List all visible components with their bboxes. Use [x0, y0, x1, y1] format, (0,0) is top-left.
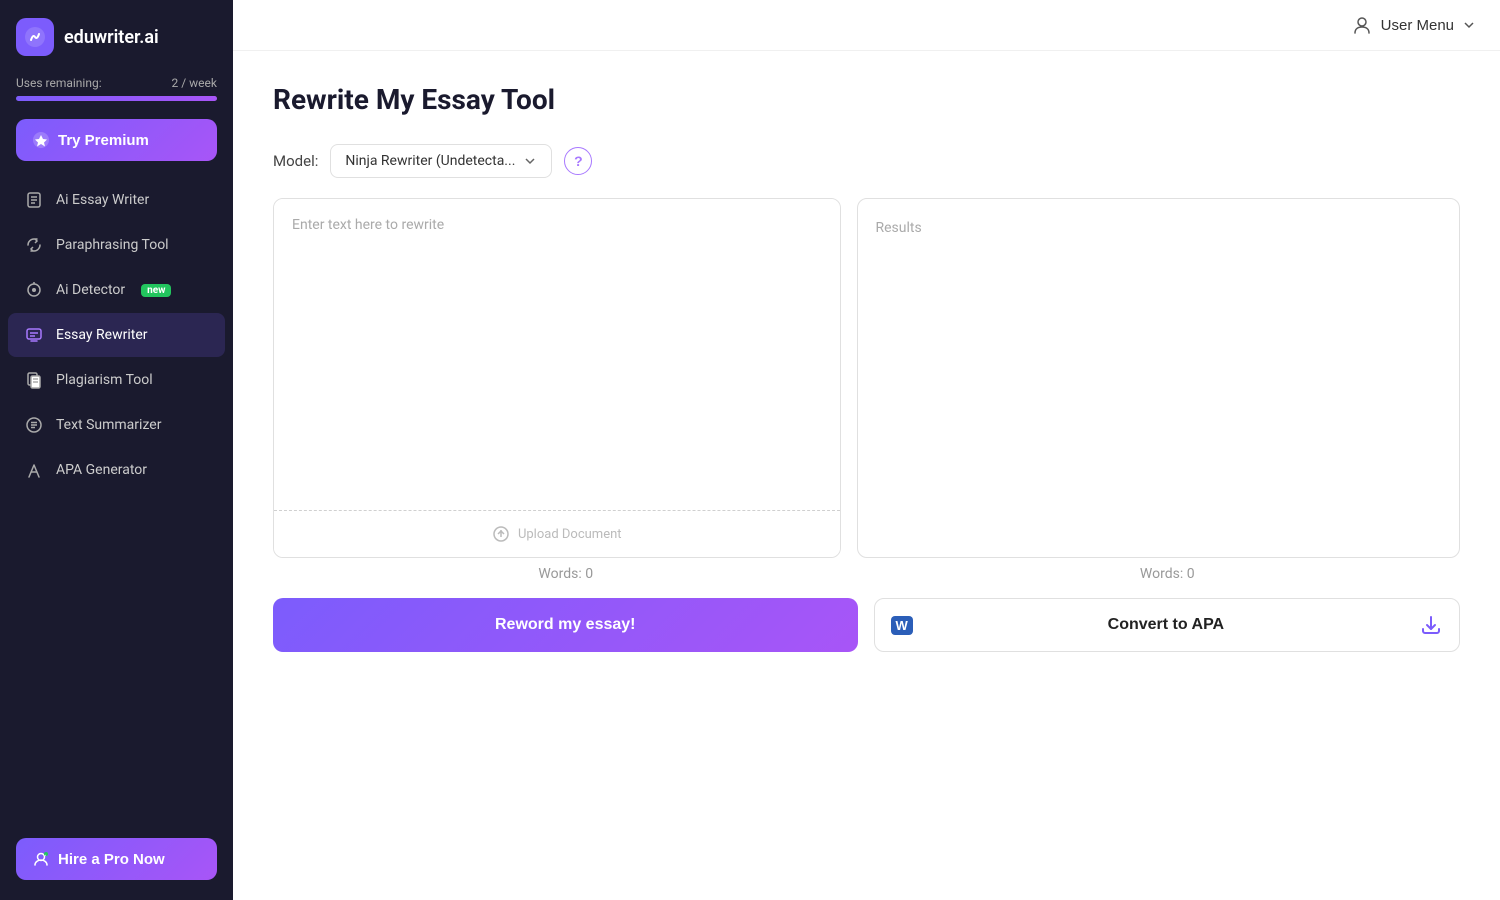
nav-list: Ai Essay Writer Paraphrasing Tool Ai Det… [0, 177, 233, 493]
reword-label: Reword my essay! [495, 616, 636, 633]
usage-label: Uses remaining: 2 / week [16, 76, 217, 90]
sidebar-item-paraphrasing-tool[interactable]: Paraphrasing Tool [8, 223, 225, 267]
help-button[interactable]: ? [564, 147, 592, 175]
usage-value: 2 / week [172, 76, 217, 90]
input-panel: Upload Document [273, 198, 841, 558]
logo-text: eduwriter.ai [64, 27, 159, 48]
sidebar: eduwriter.ai Uses remaining: 2 / week Tr… [0, 0, 233, 900]
output-words-count: Words: 0 [875, 566, 1461, 582]
svg-text:+: + [45, 853, 47, 857]
model-label: Model: [273, 152, 318, 170]
try-premium-label: Try Premium [58, 132, 149, 149]
usage-bar-fill [16, 96, 217, 101]
sidebar-label-ai-essay-writer: Ai Essay Writer [56, 192, 149, 208]
plagiarism-icon [24, 370, 44, 390]
model-row: Model: Ninja Rewriter (Undetecta... ? [273, 144, 1460, 178]
upload-label: Upload Document [518, 527, 622, 542]
words-row: Words: 0 Words: 0 [273, 566, 1460, 582]
sidebar-item-text-summarizer[interactable]: Text Summarizer [8, 403, 225, 447]
logo-icon [16, 18, 54, 56]
convert-apa-label: Convert to APA [1108, 616, 1224, 634]
user-menu-label: User Menu [1381, 17, 1454, 34]
sidebar-item-ai-essay-writer[interactable]: Ai Essay Writer [8, 178, 225, 222]
chevron-down-icon [1462, 18, 1476, 32]
new-badge: new [141, 284, 171, 297]
upload-icon [492, 525, 510, 543]
sidebar-label-apa-generator: APA Generator [56, 462, 147, 478]
results-panel: Results [857, 198, 1461, 558]
help-label: ? [574, 153, 583, 169]
top-bar: User Menu [233, 0, 1500, 51]
sidebar-item-plagiarism-tool[interactable]: Plagiarism Tool [8, 358, 225, 402]
hire-pro-icon: + [32, 850, 50, 868]
sidebar-label-ai-detector: Ai Detector [56, 282, 125, 298]
paraphrase-icon [24, 235, 44, 255]
try-premium-button[interactable]: Try Premium [16, 119, 217, 161]
logo-area: eduwriter.ai [0, 0, 233, 70]
apa-icon [24, 460, 44, 480]
action-row: Reword my essay! W Convert to APA [273, 598, 1460, 652]
editor-area: Upload Document Results [273, 198, 1460, 558]
rewriter-icon [24, 325, 44, 345]
sidebar-label-plagiarism-tool: Plagiarism Tool [56, 372, 153, 388]
essay-icon [24, 190, 44, 210]
sidebar-item-ai-detector[interactable]: Ai Detector new [8, 268, 225, 312]
word-icon: W [891, 616, 913, 635]
hire-pro-button[interactable]: + Hire a Pro Now [16, 838, 217, 880]
usage-label-text: Uses remaining: [16, 76, 102, 90]
sidebar-item-essay-rewriter[interactable]: Essay Rewriter [8, 313, 225, 357]
sidebar-label-paraphrasing-tool: Paraphrasing Tool [56, 237, 169, 253]
upload-document-button[interactable]: Upload Document [274, 510, 840, 557]
detector-icon [24, 280, 44, 300]
results-label: Results [876, 220, 922, 236]
usage-area: Uses remaining: 2 / week [0, 70, 233, 111]
input-words-count: Words: 0 [273, 566, 859, 582]
main-area: User Menu Rewrite My Essay Tool Model: N… [233, 0, 1500, 900]
content: Rewrite My Essay Tool Model: Ninja Rewri… [233, 51, 1500, 900]
hire-pro-label: Hire a Pro Now [58, 851, 165, 868]
page-title: Rewrite My Essay Tool [273, 83, 1460, 116]
convert-apa-button[interactable]: W Convert to APA [874, 598, 1461, 652]
user-menu-button[interactable]: User Menu [1351, 14, 1476, 36]
usage-bar-background [16, 96, 217, 101]
model-chevron-icon [523, 154, 537, 168]
summarizer-icon [24, 415, 44, 435]
model-select-button[interactable]: Ninja Rewriter (Undetecta... [330, 144, 552, 178]
premium-icon [32, 131, 50, 149]
model-selected-value: Ninja Rewriter (Undetecta... [345, 153, 515, 169]
download-icon [1419, 613, 1443, 637]
sidebar-item-apa-generator[interactable]: APA Generator [8, 448, 225, 492]
sidebar-label-text-summarizer: Text Summarizer [56, 417, 161, 433]
user-icon [1351, 14, 1373, 36]
sidebar-label-essay-rewriter: Essay Rewriter [56, 327, 148, 343]
reword-button[interactable]: Reword my essay! [273, 598, 858, 652]
essay-input[interactable] [274, 199, 840, 510]
